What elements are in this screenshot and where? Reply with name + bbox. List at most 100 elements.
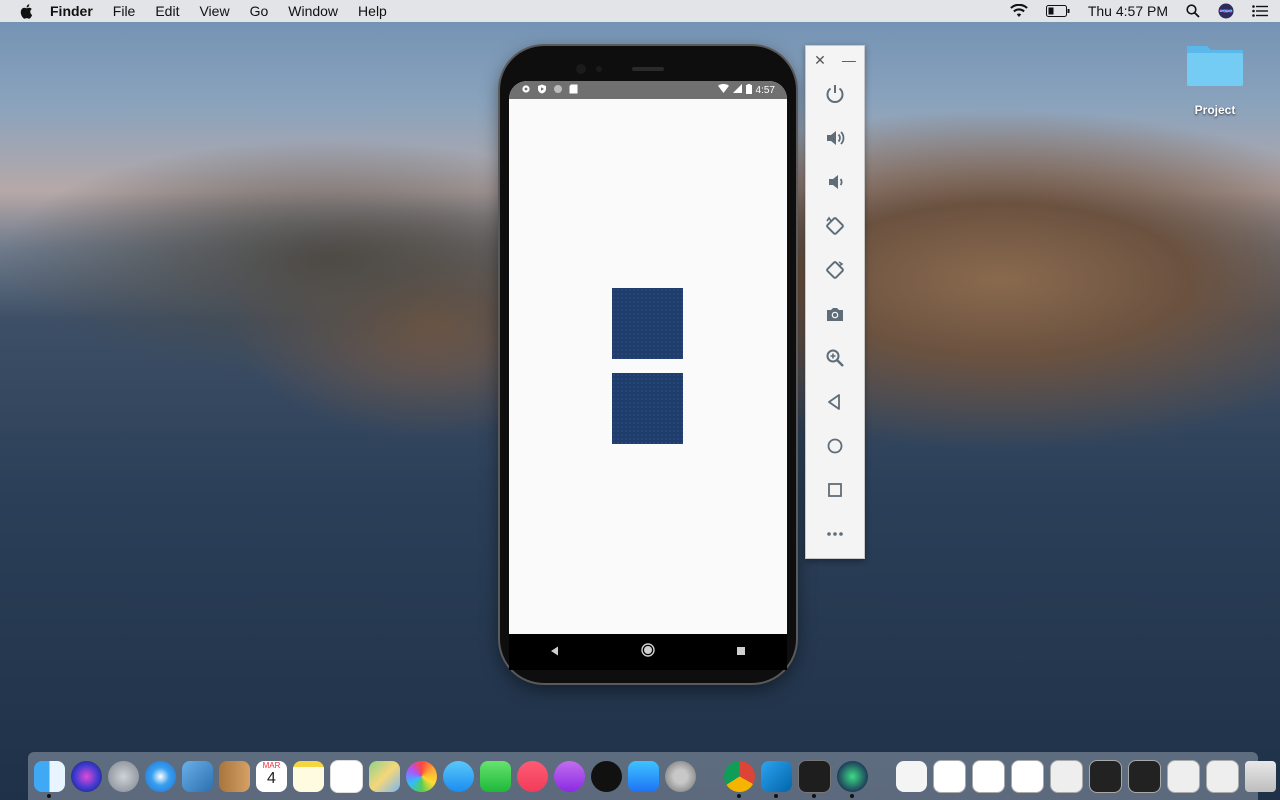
window-thumbnail-5[interactable]: [1089, 759, 1122, 793]
music-dock-icon[interactable]: [517, 760, 548, 792]
window-thumbnail-2[interactable]: [972, 759, 1005, 793]
calendar-day: 4: [267, 769, 276, 787]
volume-up-icon: [824, 127, 846, 154]
home-icon: [824, 435, 846, 462]
android-status-bar: 4:57: [509, 81, 787, 99]
notes-dock-icon[interactable]: [293, 760, 324, 792]
window-thumbnail-8[interactable]: [1206, 759, 1239, 793]
window-thumbnail-7[interactable]: [1167, 759, 1200, 793]
calendar-month: MAR: [262, 760, 281, 770]
trash-dock-icon[interactable]: [1245, 760, 1276, 792]
volume-down-icon: [824, 171, 846, 198]
window-thumbnail-1[interactable]: [933, 759, 966, 793]
dock: MAR 4: [28, 752, 1276, 800]
terminal-dock-icon[interactable]: [798, 759, 831, 798]
menu-window[interactable]: Window: [288, 3, 338, 19]
front-camera: [576, 64, 586, 74]
folder-icon: [1184, 40, 1246, 93]
more-button[interactable]: [806, 514, 864, 558]
desktop-folder-project[interactable]: Project: [1184, 40, 1246, 117]
back-icon: [824, 391, 846, 418]
finder-dock-icon[interactable]: [34, 760, 65, 798]
power-icon: [824, 83, 846, 110]
window-thumbnail-6[interactable]: [1128, 759, 1161, 793]
sd-card-icon: [569, 84, 578, 97]
earpiece-speaker: [632, 67, 664, 71]
running-indicator: [737, 793, 741, 798]
facetime-dock-icon[interactable]: [480, 760, 511, 792]
reminders-dock-icon[interactable]: [330, 759, 363, 793]
wifi-icon[interactable]: [1010, 4, 1028, 18]
menu-bar: Finder File Edit View Go Window Help Thu…: [0, 0, 1280, 22]
podcasts-dock-icon[interactable]: [554, 760, 585, 792]
overview-icon: [824, 479, 846, 506]
safari-dock-icon[interactable]: [145, 760, 176, 792]
calendar-dock-icon[interactable]: MAR 4: [256, 760, 287, 792]
circle-notification-icon: [553, 84, 563, 97]
home-button[interactable]: [806, 426, 864, 470]
rotate-left-icon: [824, 215, 846, 242]
app-store-dock-icon[interactable]: [628, 760, 659, 792]
running-indicator: [47, 793, 51, 798]
settings-notification-icon: [521, 84, 531, 97]
screenshot-button[interactable]: [806, 294, 864, 338]
overview-button[interactable]: [806, 470, 864, 514]
android-emulator-dock-icon[interactable]: [837, 760, 868, 798]
back-button[interactable]: [806, 382, 864, 426]
window-thumbnail-4[interactable]: [1050, 759, 1083, 793]
device-screen[interactable]: 4:57: [509, 81, 787, 670]
photos-dock-icon[interactable]: [406, 760, 437, 792]
menu-clock[interactable]: Thu 4:57 PM: [1088, 3, 1168, 19]
nav-home-icon[interactable]: [641, 642, 655, 662]
system-preferences-dock-icon[interactable]: [665, 760, 696, 792]
folder-label: Project: [1194, 103, 1236, 117]
document-dock-icon[interactable]: [896, 760, 927, 792]
rotate-left-button[interactable]: [806, 206, 864, 250]
android-emulator-device: 4:57: [500, 46, 796, 683]
nav-overview-icon[interactable]: [736, 643, 746, 661]
messages-dock-icon[interactable]: [443, 760, 474, 792]
rotate-right-icon: [824, 259, 846, 286]
proximity-sensor: [596, 66, 602, 72]
running-indicator: [812, 793, 816, 798]
menu-help[interactable]: Help: [358, 3, 387, 19]
mail-dock-icon[interactable]: [182, 760, 213, 792]
launchpad-dock-icon[interactable]: [108, 760, 139, 792]
apple-menu-icon[interactable]: [18, 2, 36, 20]
close-icon[interactable]: ✕: [814, 52, 826, 69]
emulator-control-panel: ✕ —: [805, 45, 865, 559]
blue-square-top: [612, 288, 683, 359]
play-protect-icon: [537, 84, 547, 97]
siri-icon[interactable]: [1218, 3, 1234, 19]
tv-dock-icon[interactable]: [591, 760, 622, 792]
power-button[interactable]: [806, 74, 864, 118]
cell-signal-icon: [732, 84, 742, 96]
more-icon: [824, 523, 846, 550]
minimize-icon[interactable]: —: [842, 52, 856, 68]
notification-center-icon[interactable]: [1252, 5, 1268, 17]
rotate-right-button[interactable]: [806, 250, 864, 294]
vscode-dock-icon[interactable]: [761, 760, 792, 798]
siri-dock-icon[interactable]: [71, 760, 102, 792]
contacts-dock-icon[interactable]: [219, 760, 250, 792]
menu-finder[interactable]: Finder: [50, 3, 93, 19]
volume-up-button[interactable]: [806, 118, 864, 162]
menu-file[interactable]: File: [113, 3, 136, 19]
running-indicator: [850, 793, 854, 798]
battery-icon[interactable]: [1045, 5, 1070, 17]
blue-square-bottom: [612, 373, 683, 444]
menu-go[interactable]: Go: [250, 3, 269, 19]
window-thumbnail-3[interactable]: [1011, 759, 1044, 793]
chrome-dock-icon[interactable]: [724, 760, 755, 798]
spotlight-search-icon[interactable]: [1186, 4, 1200, 18]
zoom-button[interactable]: [806, 338, 864, 382]
volume-down-button[interactable]: [806, 162, 864, 206]
nav-back-icon[interactable]: [550, 643, 560, 661]
running-indicator: [774, 793, 778, 798]
menu-edit[interactable]: Edit: [155, 3, 179, 19]
menu-view[interactable]: View: [199, 3, 229, 19]
maps-dock-icon[interactable]: [369, 760, 400, 792]
wifi-signal-icon: [717, 83, 729, 96]
zoom-icon: [824, 347, 846, 374]
battery-status-icon: [745, 83, 752, 97]
